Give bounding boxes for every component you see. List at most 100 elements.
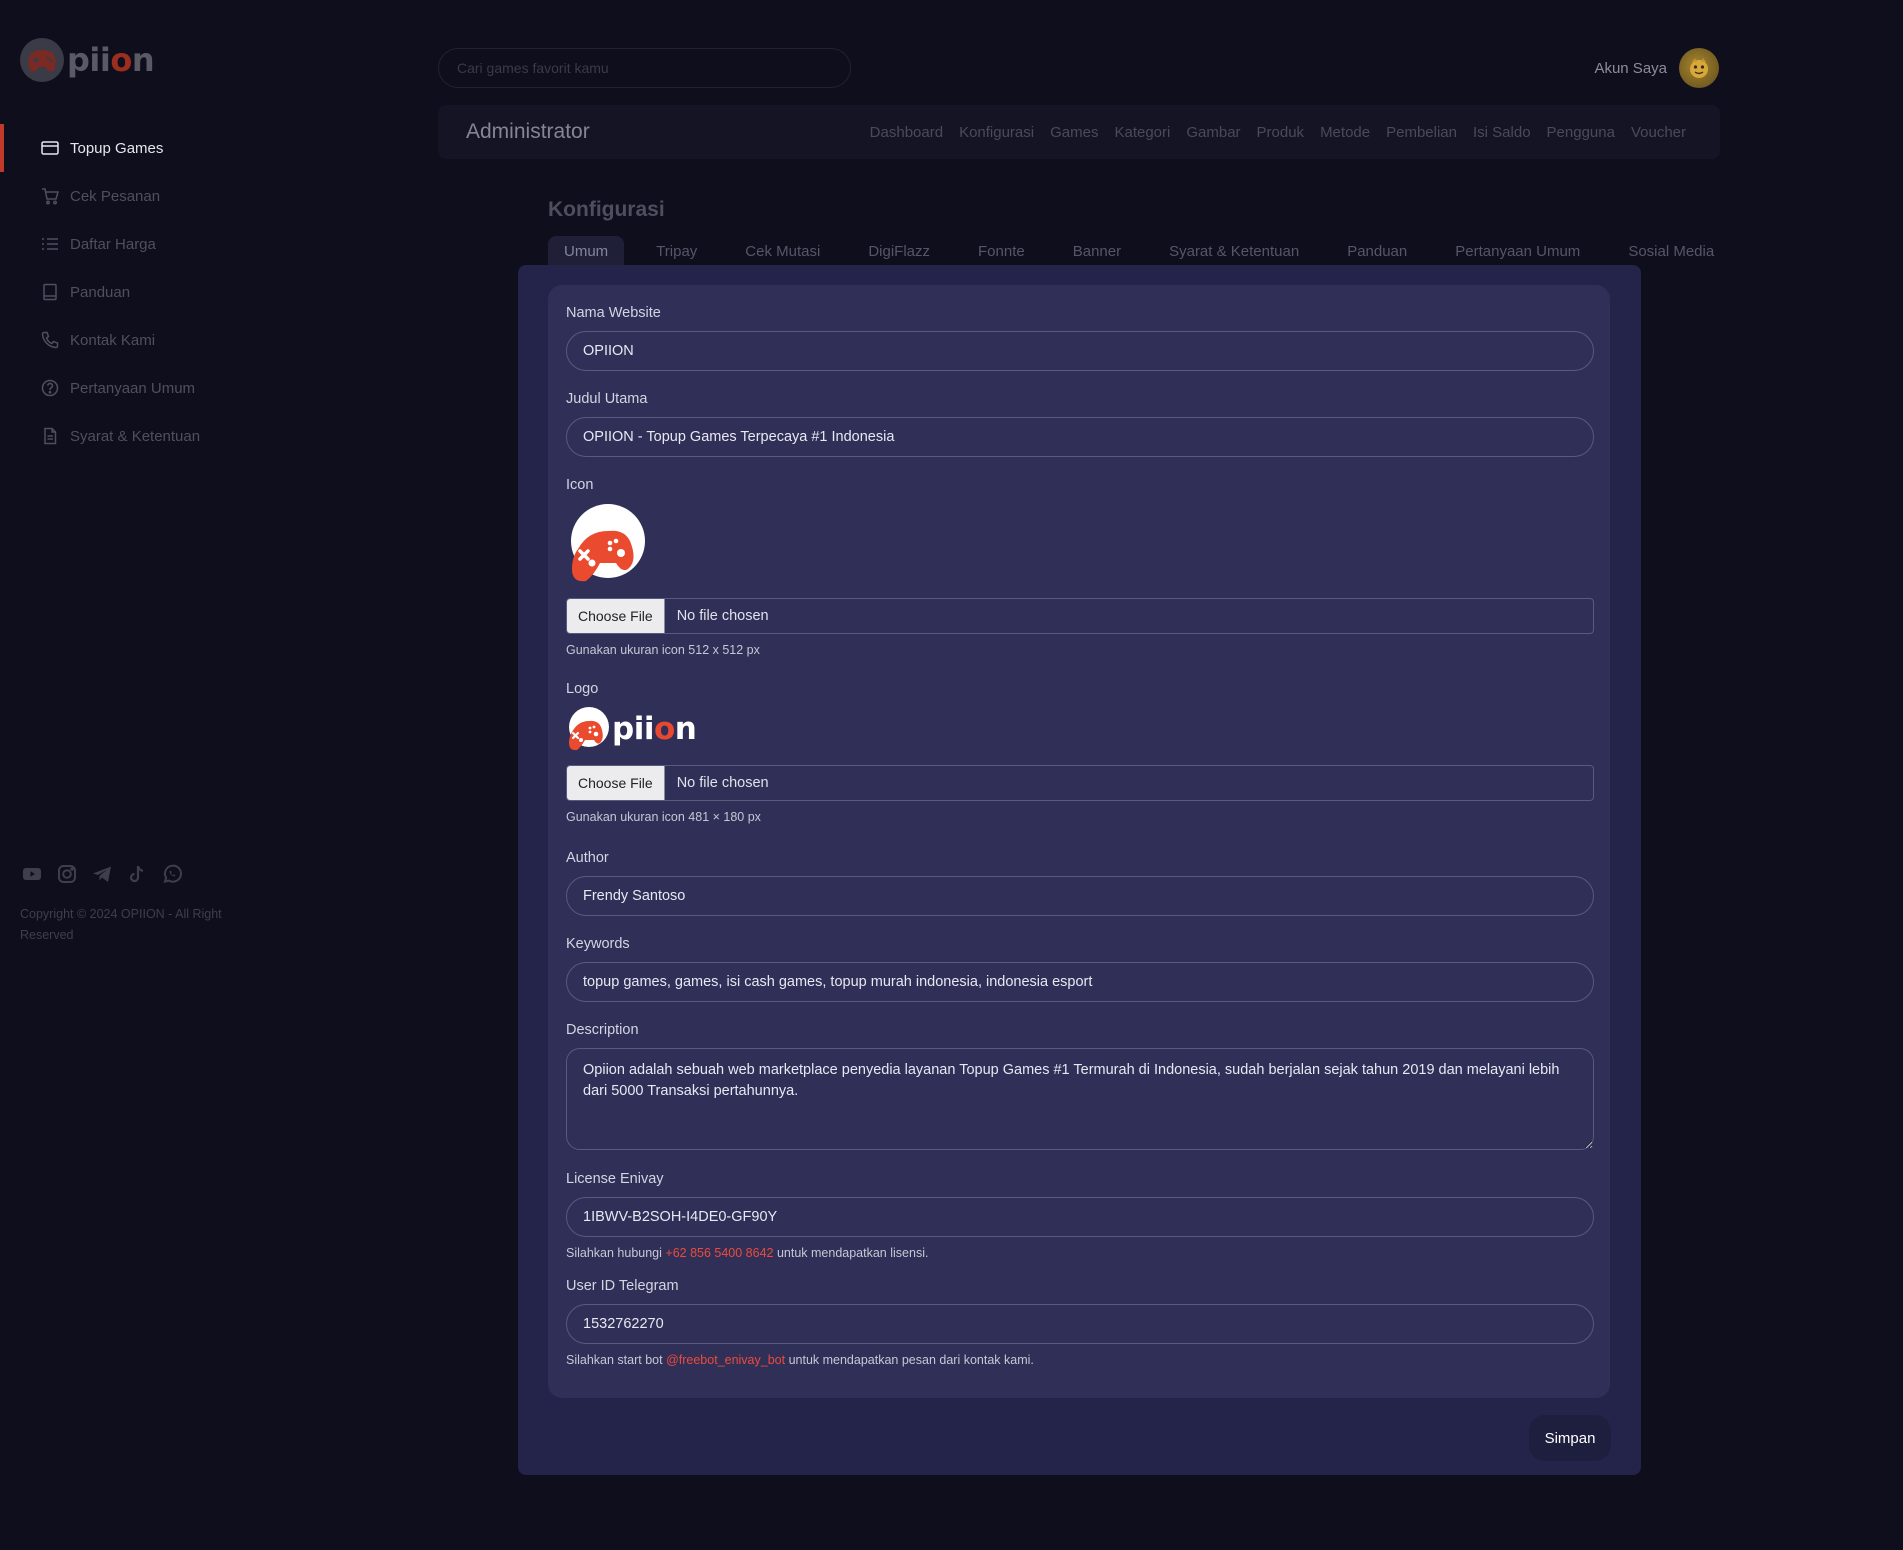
sidebar-item-label: Cek Pesanan xyxy=(70,187,161,205)
author-input[interactable] xyxy=(566,876,1594,916)
admin-link-pengguna[interactable]: Pengguna xyxy=(1547,124,1615,141)
logo-size-hint: Gunakan ukuran icon 481 × 180 px xyxy=(566,810,761,824)
logo-label: Logo xyxy=(566,681,599,697)
license-input[interactable] xyxy=(566,1197,1594,1237)
config-form-card: Nama Website Judul Utama Icon Choose Fil… xyxy=(548,285,1610,1398)
tab-tripay[interactable]: Tripay xyxy=(640,236,713,267)
logo-preview-wordmark: piion xyxy=(612,711,697,747)
gamepad-logo-icon xyxy=(20,38,64,82)
question-icon xyxy=(41,379,59,397)
sidebar-item-cek-pesanan[interactable]: Cek Pesanan xyxy=(0,172,260,220)
sidebar-item-label: Daftar Harga xyxy=(70,235,156,253)
icon-choose-file-button[interactable]: Choose File xyxy=(567,599,665,633)
logo-file-name: No file chosen xyxy=(676,775,769,791)
sidebar-item-label: Syarat & Ketentuan xyxy=(70,427,201,445)
sidebar-item-daftar-harga[interactable]: Daftar Harga xyxy=(0,220,260,268)
telegram-icon[interactable] xyxy=(90,862,114,886)
tab-pertanyaan-umum[interactable]: Pertanyaan Umum xyxy=(1439,236,1596,267)
nama-website-input[interactable] xyxy=(566,331,1594,371)
instagram-icon[interactable] xyxy=(55,862,79,886)
judul-utama-input[interactable] xyxy=(566,417,1594,457)
copyright-text: Copyright © 2024 OPIION - All Right Rese… xyxy=(20,907,222,942)
field-telegram: User ID Telegram Silahkan start bot @fre… xyxy=(566,1278,1594,1367)
sidebar-nav: Topup Games Cek Pesanan Daftar Harga Pan… xyxy=(0,124,260,460)
account-menu[interactable]: Akun Saya xyxy=(1594,48,1719,88)
admin-link-metode[interactable]: Metode xyxy=(1320,124,1370,141)
icon-label: Icon xyxy=(566,477,594,493)
field-license: License Enivay Silahkan hubungi +62 856 … xyxy=(566,1171,1594,1260)
cart-icon xyxy=(42,188,59,205)
field-author: Author xyxy=(566,850,1594,916)
description-label: Description xyxy=(566,1022,639,1038)
field-judul-utama: Judul Utama xyxy=(566,391,1594,457)
field-nama-website: Nama Website xyxy=(566,305,1594,371)
youtube-icon[interactable] xyxy=(20,862,44,886)
brand-logo[interactable]: piion xyxy=(20,38,155,82)
tab-sosial-media[interactable]: Sosial Media xyxy=(1612,236,1730,267)
tab-panduan[interactable]: Panduan xyxy=(1331,236,1423,267)
tab-digiflazz[interactable]: DigiFlazz xyxy=(852,236,946,267)
brand-wordmark: piion xyxy=(67,41,155,79)
telegram-id-input[interactable] xyxy=(566,1304,1594,1344)
admin-link-dashboard[interactable]: Dashboard xyxy=(870,124,943,141)
config-panel: Nama Website Judul Utama Icon Choose Fil… xyxy=(518,265,1641,1475)
nama-website-label: Nama Website xyxy=(566,305,661,321)
sidebar: piion Topup Games Cek Pesanan Daftar Har… xyxy=(0,0,260,1550)
field-description: Description Opiion adalah sebuah web mar… xyxy=(566,1022,1594,1150)
gamepad-logo-icon xyxy=(569,707,609,751)
book-icon xyxy=(43,283,57,301)
sidebar-item-label: Kontak Kami xyxy=(70,331,156,349)
keywords-label: Keywords xyxy=(566,936,630,952)
admin-link-games[interactable]: Games xyxy=(1050,124,1098,141)
phone-icon xyxy=(41,331,59,349)
avatar[interactable] xyxy=(1679,48,1719,88)
telegram-hint-text: Silahkan start bot xyxy=(566,1353,667,1367)
tab-fonnte[interactable]: Fonnte xyxy=(962,236,1041,267)
logo-choose-file-button[interactable]: Choose File xyxy=(567,766,665,800)
admin-link-voucher[interactable]: Voucher xyxy=(1631,124,1686,141)
icon-file-input[interactable]: Choose File No file chosen xyxy=(566,598,1594,634)
sidebar-item-label: Panduan xyxy=(70,283,131,301)
save-button[interactable]: Simpan xyxy=(1529,1415,1611,1461)
admin-link-gambar[interactable]: Gambar xyxy=(1186,124,1240,141)
description-textarea[interactable]: Opiion adalah sebuah web marketplace pen… xyxy=(566,1048,1594,1150)
telegram-hint: Silahkan start bot @freebot_enivay_bot u… xyxy=(566,1353,1594,1367)
logo-file-input[interactable]: Choose File No file chosen xyxy=(566,765,1594,801)
search-input[interactable] xyxy=(438,48,851,88)
tab-cek-mutasi[interactable]: Cek Mutasi xyxy=(729,236,836,267)
tiktok-icon[interactable] xyxy=(125,862,149,886)
admin-link-isi-saldo[interactable]: Isi Saldo xyxy=(1473,124,1531,141)
sidebar-item-kontak-kami[interactable]: Kontak Kami xyxy=(0,316,260,364)
tab-syarat-ketentuan[interactable]: Syarat & Ketentuan xyxy=(1153,236,1315,267)
icon-size-hint: Gunakan ukuran icon 512 x 512 px xyxy=(566,643,760,657)
whatsapp-icon[interactable] xyxy=(160,862,184,886)
document-icon xyxy=(44,427,57,445)
field-logo: Logo piion Choose File No file chosen Gu… xyxy=(566,681,1594,824)
license-contact-link[interactable]: +62 856 5400 8642 xyxy=(665,1246,773,1260)
admin-nav-links: Dashboard Konfigurasi Games Kategori Gam… xyxy=(870,124,1686,141)
social-links xyxy=(20,862,184,886)
sidebar-item-panduan[interactable]: Panduan xyxy=(0,268,260,316)
list-icon xyxy=(42,238,58,250)
admin-title: Administrator xyxy=(466,120,590,143)
telegram-bot-link[interactable]: @freebot_enivay_bot xyxy=(666,1353,785,1367)
keywords-input[interactable] xyxy=(566,962,1594,1002)
telegram-hint-text-end: untuk mendapatkan pesan dari kontak kami… xyxy=(785,1353,1034,1367)
license-hint-text: Silahkan hubungi xyxy=(566,1246,666,1260)
icon-file-name: No file chosen xyxy=(676,608,769,624)
sidebar-item-syarat-ketentuan[interactable]: Syarat & Ketentuan xyxy=(0,412,260,460)
admin-link-kategori[interactable]: Kategori xyxy=(1114,124,1170,141)
logo-preview: piion xyxy=(566,705,1594,753)
license-hint: Silahkan hubungi +62 856 5400 8642 untuk… xyxy=(566,1246,1594,1260)
admin-link-konfigurasi[interactable]: Konfigurasi xyxy=(959,124,1034,141)
tab-banner[interactable]: Banner xyxy=(1057,236,1137,267)
admin-link-produk[interactable]: Produk xyxy=(1257,124,1305,141)
tab-umum[interactable]: Umum xyxy=(548,236,625,267)
sidebar-item-topup-games[interactable]: Topup Games xyxy=(0,124,260,172)
gamepad-icon-preview xyxy=(571,504,645,582)
field-keywords: Keywords xyxy=(566,936,1594,1002)
admin-link-pembelian[interactable]: Pembelian xyxy=(1386,124,1457,141)
sidebar-item-pertanyaan-umum[interactable]: Pertanyaan Umum xyxy=(0,364,260,412)
admin-navbar: Administrator Dashboard Konfigurasi Game… xyxy=(438,105,1720,159)
author-label: Author xyxy=(566,850,609,866)
